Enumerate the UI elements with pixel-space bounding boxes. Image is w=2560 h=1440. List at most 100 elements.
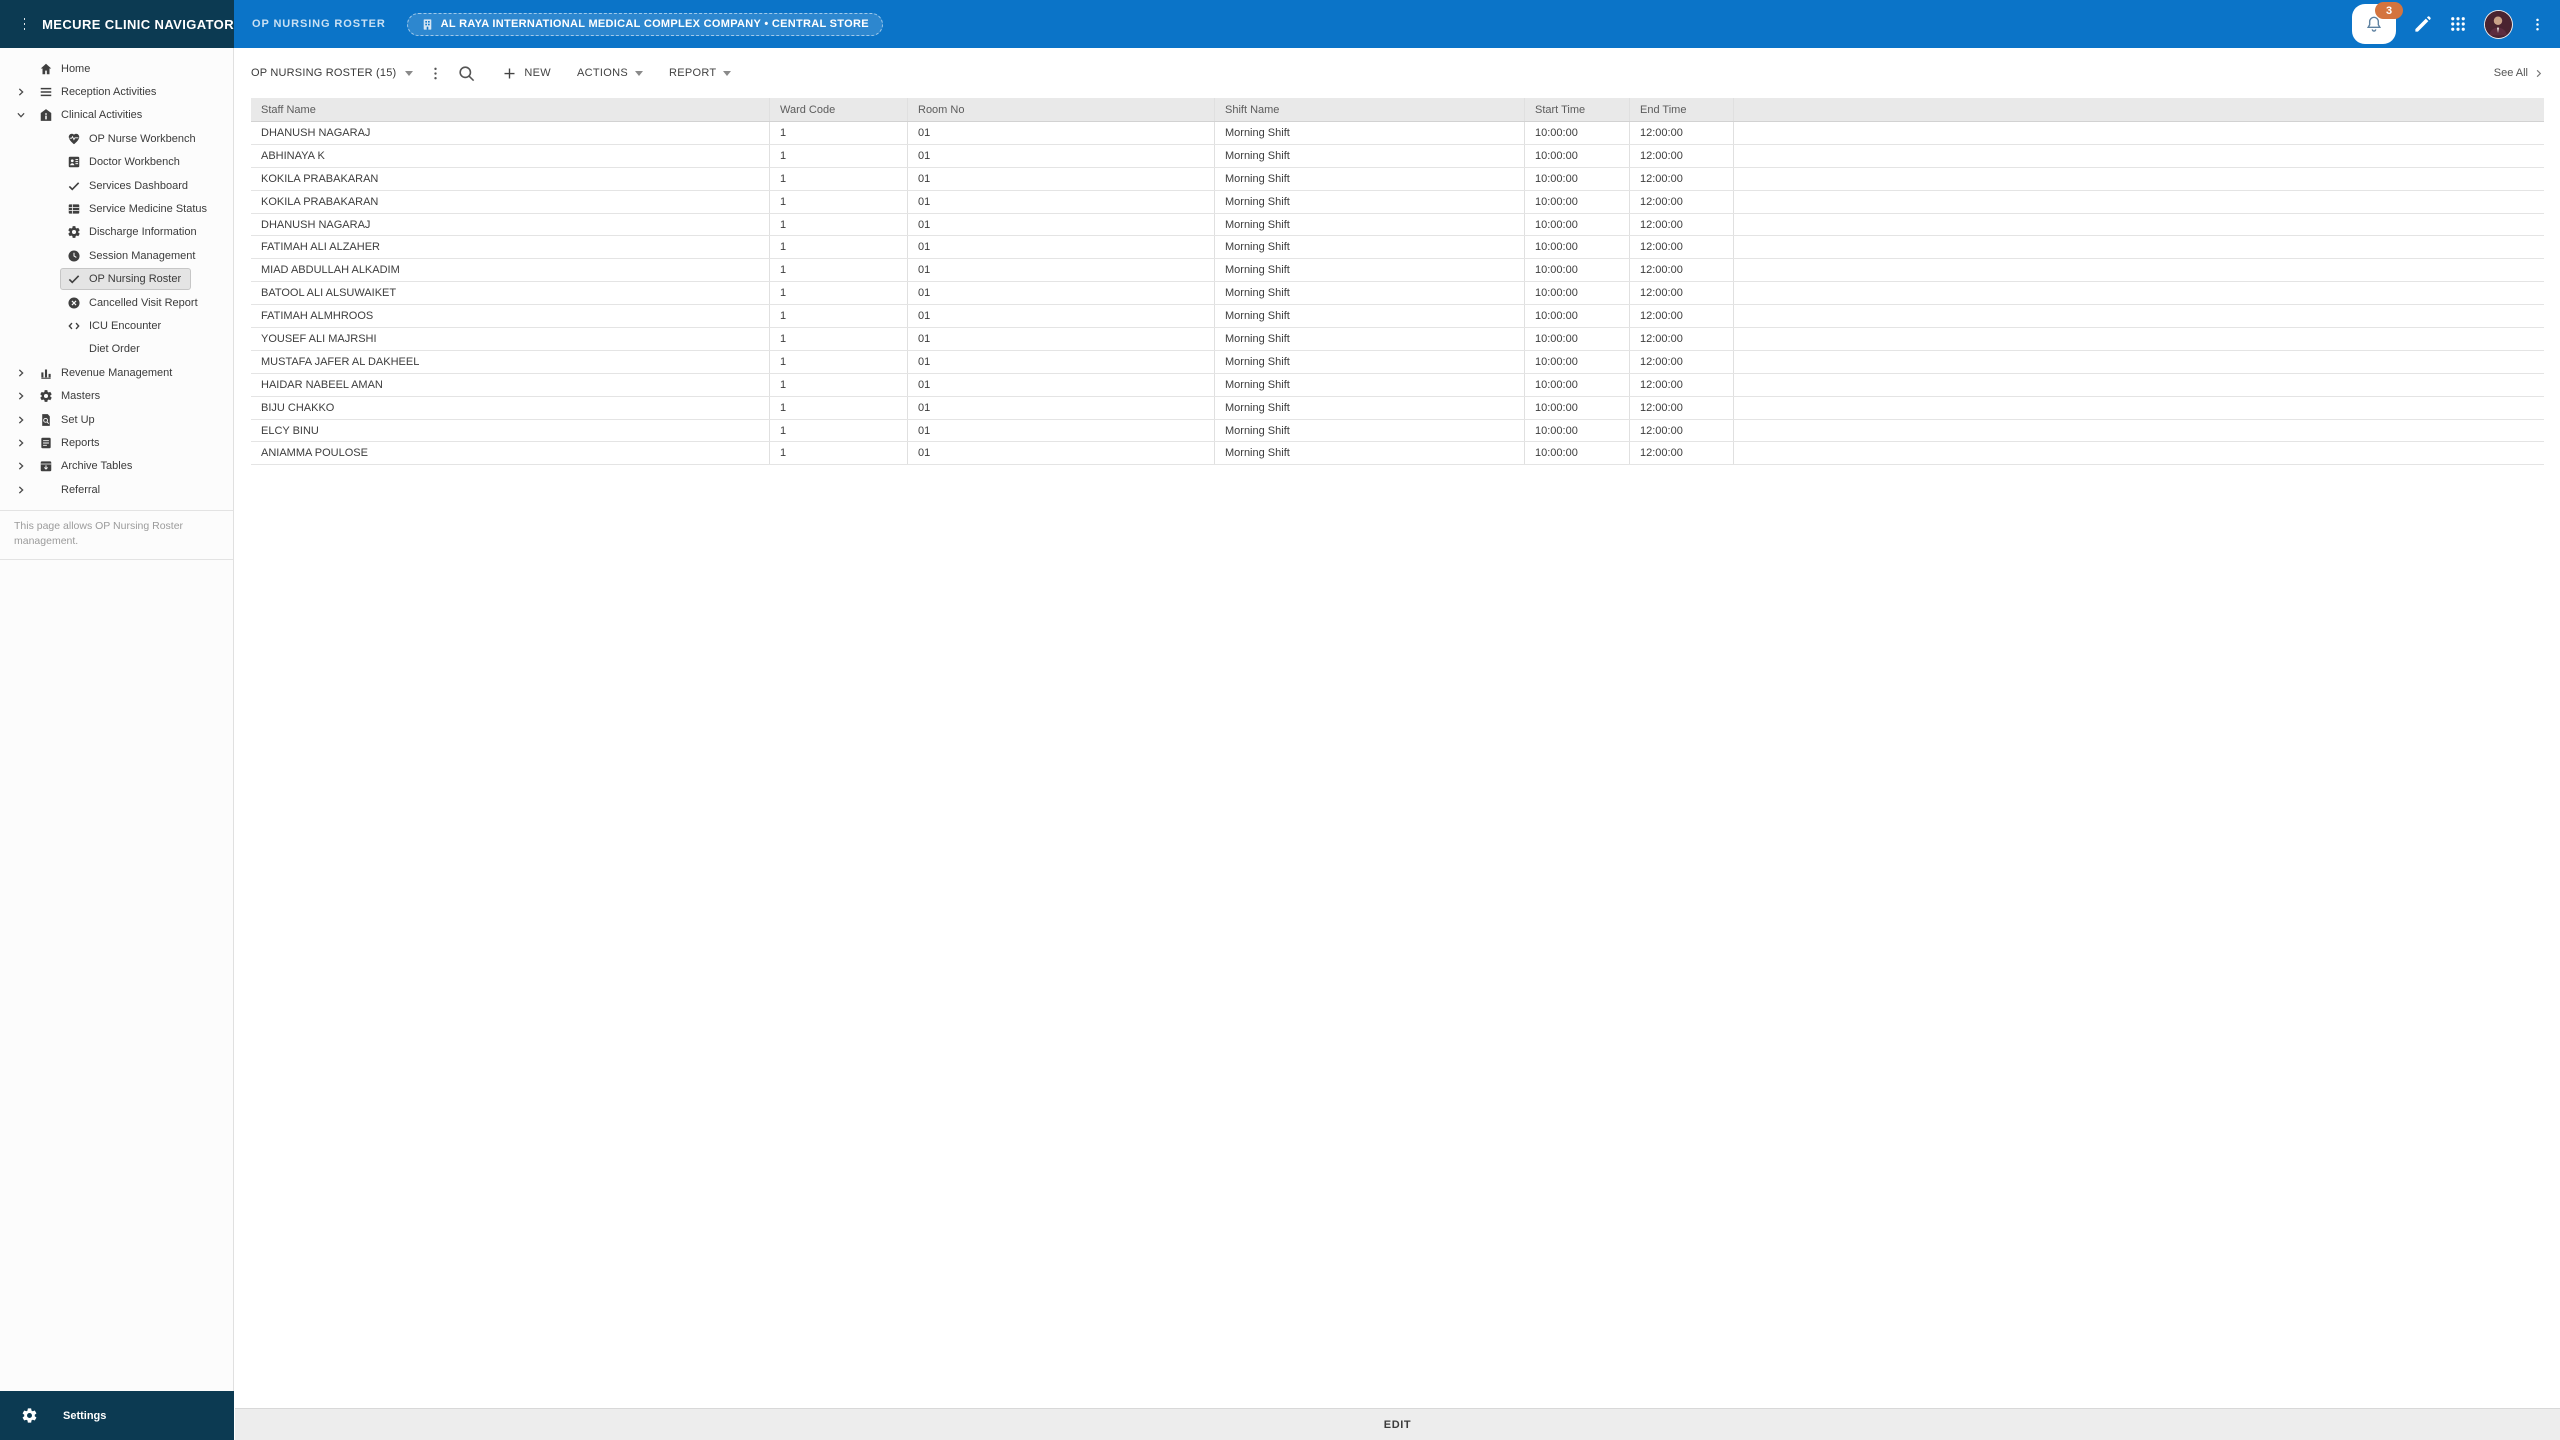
cell-ward-code: 1 bbox=[770, 373, 908, 396]
cell-start-time: 10:00:00 bbox=[1525, 122, 1630, 144]
sidebar-item-reception-activities[interactable]: Reception Activities bbox=[0, 80, 233, 103]
cell-filler bbox=[1734, 351, 2544, 373]
table-row[interactable]: HAIDAR NABEEL AMAN 1 01 Morning Shift 10… bbox=[251, 373, 2544, 397]
table-row[interactable]: KOKILA PRABAKARAN 1 01 Morning Shift 10:… bbox=[251, 190, 2544, 214]
cell-staff-name: FATIMAH ALMHROOS bbox=[251, 305, 770, 328]
cell-staff-name: MUSTAFA JAFER AL DAKHEEL bbox=[251, 350, 770, 373]
edit-button[interactable]: EDIT bbox=[1384, 1419, 1411, 1431]
sidebar-item-services-dashboard[interactable]: Services Dashboard bbox=[0, 174, 233, 197]
see-all-label: See All bbox=[2493, 67, 2528, 79]
cell-end-time: 12:00:00 bbox=[1630, 442, 1734, 465]
settings-button[interactable]: Settings bbox=[0, 1391, 234, 1440]
cell-filler bbox=[1734, 145, 2544, 167]
sidebar-item-reports[interactable]: Reports bbox=[0, 431, 233, 454]
cell-room-no: 01 bbox=[908, 167, 1215, 190]
column-header-ward-code: Ward Code bbox=[770, 98, 908, 121]
search-icon[interactable] bbox=[457, 64, 476, 83]
cell-ward-code: 1 bbox=[770, 350, 908, 373]
sidebar-item-clinical-activities[interactable]: Clinical Activities bbox=[0, 104, 233, 127]
cell-staff-name: DHANUSH NAGARAJ bbox=[251, 213, 770, 236]
cell-start-time: 10:00:00 bbox=[1525, 190, 1630, 213]
actions-button[interactable]: ACTIONS bbox=[577, 67, 643, 79]
sidebar-item-op-nurse-workbench[interactable]: OP Nurse Workbench bbox=[0, 127, 233, 150]
doc-icon bbox=[39, 436, 53, 450]
column-header-staff-name: Staff Name bbox=[251, 98, 770, 121]
cell-start-time: 10:00:00 bbox=[1525, 373, 1630, 396]
notifications-button[interactable]: 3 bbox=[2352, 2, 2403, 44]
cell-shift-name: Morning Shift bbox=[1215, 396, 1525, 419]
cell-ward-code: 1 bbox=[770, 305, 908, 328]
cell-ward-code: 1 bbox=[770, 236, 908, 259]
chevron-right-icon bbox=[16, 485, 32, 495]
table-row[interactable]: ANIAMMA POULOSE 1 01 Morning Shift 10:00… bbox=[251, 442, 2544, 466]
sidebar-item-doctor-workbench[interactable]: Doctor Workbench bbox=[0, 151, 233, 174]
settings-label: Settings bbox=[63, 1409, 107, 1422]
report-button[interactable]: REPORT bbox=[669, 67, 732, 79]
cell-filler bbox=[1734, 168, 2544, 190]
edit-pencil-icon[interactable] bbox=[2413, 15, 2432, 34]
see-all-link[interactable]: See All bbox=[2494, 67, 2544, 79]
check-icon bbox=[67, 272, 81, 286]
table-row[interactable]: BATOOL ALI ALSUWAIKET 1 01 Morning Shift… bbox=[251, 282, 2544, 306]
cell-shift-name: Morning Shift bbox=[1215, 350, 1525, 373]
cell-staff-name: YOUSEF ALI MAJRSHI bbox=[251, 328, 770, 350]
sidebar-item-home[interactable]: Home bbox=[0, 57, 233, 80]
grid-table-icon bbox=[67, 202, 81, 216]
table-row[interactable]: KOKILA PRABAKARAN 1 01 Morning Shift 10:… bbox=[251, 167, 2544, 191]
sidebar-item-op-nursing-roster[interactable]: OP Nursing Roster bbox=[0, 268, 233, 291]
sidebar-item-masters[interactable]: Masters bbox=[0, 384, 233, 407]
list-options-kebab-icon[interactable] bbox=[428, 66, 443, 81]
apps-grid-icon[interactable] bbox=[2449, 15, 2467, 33]
cell-start-time: 10:00:00 bbox=[1525, 305, 1630, 328]
chevron-down-icon bbox=[723, 70, 732, 76]
view-selector-label: OP NURSING ROSTER (15) bbox=[251, 67, 397, 79]
new-button[interactable]: NEW bbox=[502, 66, 551, 81]
sidebar-item-icu-encounter[interactable]: ICU Encounter bbox=[0, 314, 233, 337]
table-row[interactable]: MIAD ABDULLAH ALKADIM 1 01 Morning Shift… bbox=[251, 259, 2544, 283]
more-options-kebab-icon[interactable] bbox=[2530, 17, 2545, 32]
cell-end-time: 12:00:00 bbox=[1630, 396, 1734, 419]
sidebar-item-referral[interactable]: Referral bbox=[0, 478, 233, 501]
cancel-icon bbox=[67, 296, 81, 310]
sidebar-item-revenue-management[interactable]: Revenue Management bbox=[0, 361, 233, 384]
cell-ward-code: 1 bbox=[770, 122, 908, 144]
clock-icon bbox=[67, 249, 81, 263]
new-button-label: NEW bbox=[524, 67, 551, 79]
table-row[interactable]: FATIMAH ALMHROOS 1 01 Morning Shift 10:0… bbox=[251, 305, 2544, 329]
view-selector-dropdown[interactable]: OP NURSING ROSTER (15) bbox=[251, 67, 414, 79]
organization-selector[interactable]: AL RAYA INTERNATIONAL MEDICAL COMPLEX CO… bbox=[406, 12, 883, 36]
cell-ward-code: 1 bbox=[770, 213, 908, 236]
table-row[interactable]: YOUSEF ALI MAJRSHI 1 01 Morning Shift 10… bbox=[251, 328, 2544, 351]
menu-icon bbox=[39, 85, 53, 99]
cell-shift-name: Morning Shift bbox=[1215, 236, 1525, 259]
table-row[interactable]: ELCY BINU 1 01 Morning Shift 10:00:00 12… bbox=[251, 419, 2544, 443]
sidebar-item-archive-tables[interactable]: Archive Tables bbox=[0, 455, 233, 478]
cell-shift-name: Morning Shift bbox=[1215, 190, 1525, 213]
sidebar-item-set-up[interactable]: Set Up bbox=[0, 408, 233, 431]
chevron-down-icon bbox=[405, 70, 414, 76]
cell-end-time: 12:00:00 bbox=[1630, 213, 1734, 236]
cell-end-time: 12:00:00 bbox=[1630, 190, 1734, 213]
sidebar-item-discharge-information[interactable]: Discharge Information bbox=[0, 221, 233, 244]
cell-ward-code: 1 bbox=[770, 167, 908, 190]
cell-start-time: 10:00:00 bbox=[1525, 213, 1630, 236]
table-row[interactable]: MUSTAFA JAFER AL DAKHEEL 1 01 Morning Sh… bbox=[251, 350, 2544, 374]
main-content: OP NURSING ROSTER (15) NEW ACTIONS REPOR… bbox=[235, 48, 2560, 1440]
cell-end-time: 12:00:00 bbox=[1630, 373, 1734, 396]
table-row[interactable]: BIJU CHAKKO 1 01 Morning Shift 10:00:00 … bbox=[251, 396, 2544, 420]
sidebar-item-diet-order[interactable]: Diet Order bbox=[0, 338, 233, 361]
plus-icon bbox=[502, 66, 517, 81]
cell-start-time: 10:00:00 bbox=[1525, 167, 1630, 190]
cell-staff-name: KOKILA PRABAKARAN bbox=[251, 167, 770, 190]
sidebar-item-service-medicine-status[interactable]: Service Medicine Status bbox=[0, 197, 233, 220]
table-row[interactable]: DHANUSH NAGARAJ 1 01 Morning Shift 10:00… bbox=[251, 213, 2544, 237]
sidebar-item-cancelled-visit-report[interactable]: Cancelled Visit Report bbox=[0, 291, 233, 314]
table-row[interactable]: FATIMAH ALI ALZAHER 1 01 Morning Shift 1… bbox=[251, 236, 2544, 260]
hamburger-menu-icon[interactable] bbox=[24, 18, 26, 30]
sidebar-item-session-management[interactable]: Session Management bbox=[0, 244, 233, 267]
cell-staff-name: ANIAMMA POULOSE bbox=[251, 442, 770, 465]
table-row[interactable]: DHANUSH NAGARAJ 1 01 Morning Shift 10:00… bbox=[251, 122, 2544, 145]
table-row[interactable]: ABHINAYA K 1 01 Morning Shift 10:00:00 1… bbox=[251, 144, 2544, 168]
user-avatar[interactable] bbox=[2484, 9, 2513, 39]
cell-staff-name: HAIDAR NABEEL AMAN bbox=[251, 373, 770, 396]
